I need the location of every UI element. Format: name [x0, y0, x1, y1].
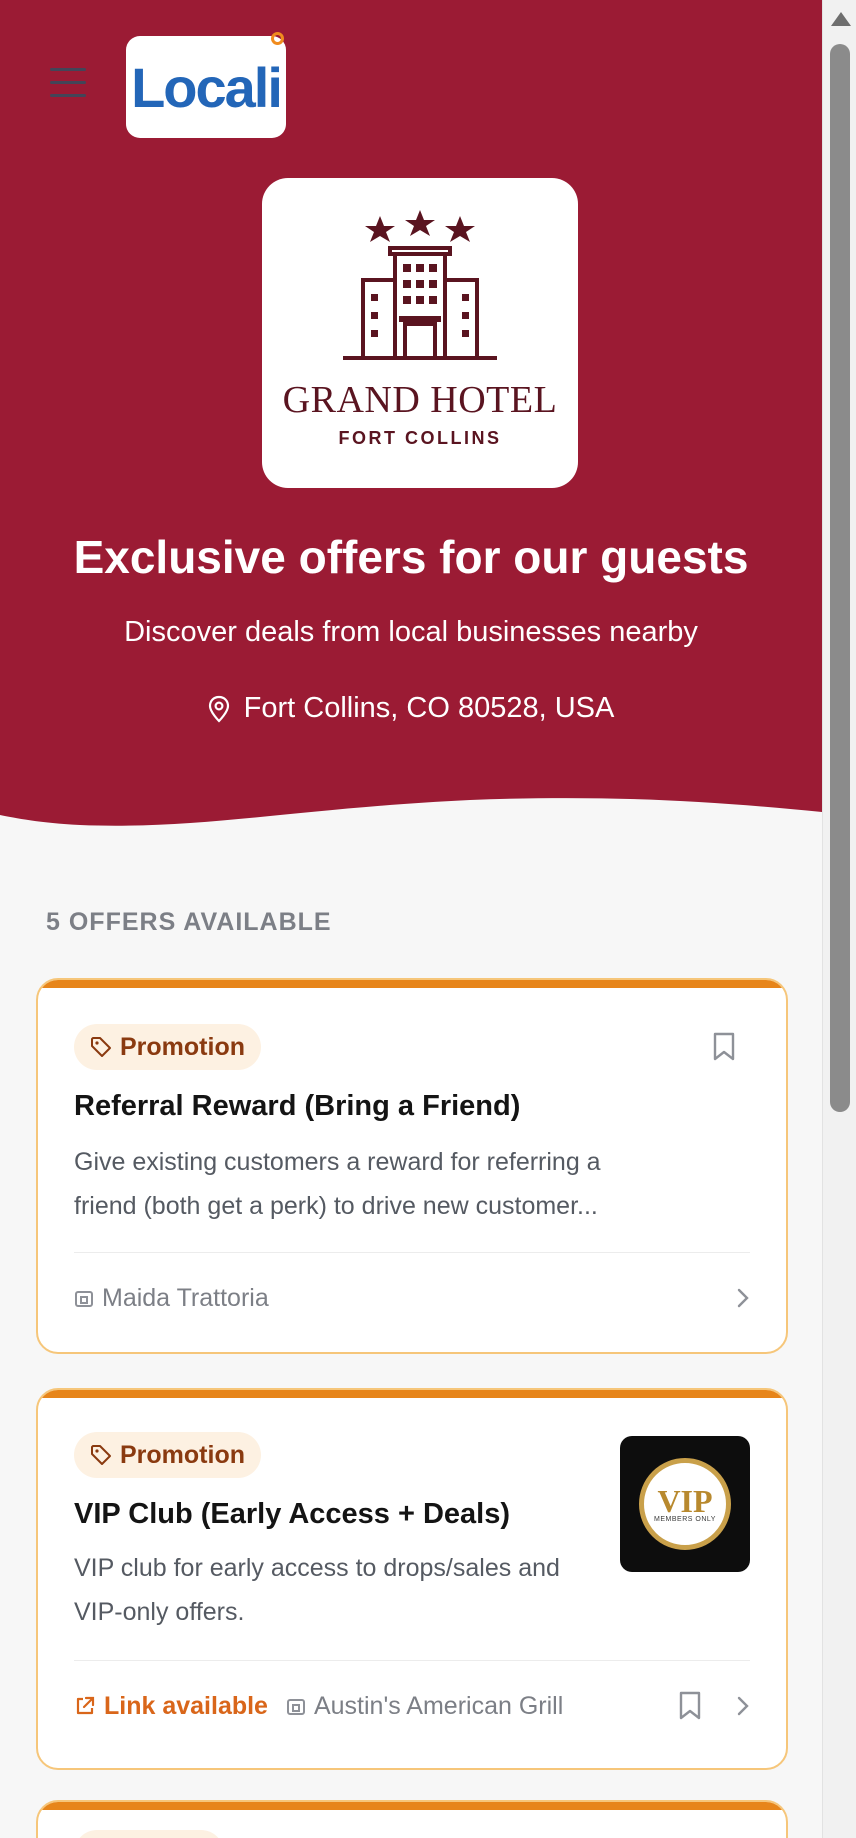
map-pin-icon — [208, 695, 229, 723]
offer-tag-label: Promotion — [120, 1032, 245, 1061]
scrollbar[interactable] — [822, 0, 856, 1838]
hotel-city: FORT COLLINS — [338, 428, 502, 448]
hero-section: Locali GRAND HOTEL FORT COLLINS Exclusiv… — [0, 0, 822, 830]
offer-footer: Link available Austin's American Grill — [74, 1686, 750, 1726]
offer-description: VIP club for early access to drops/sales… — [74, 1554, 560, 1626]
offer-title: VIP Club (Early Access + Deals) — [74, 1498, 511, 1530]
vip-image-text: VIP — [657, 1482, 713, 1519]
merchant[interactable]: Maida Trattoria — [74, 1284, 269, 1313]
brand-logo-text: Locali — [131, 55, 283, 119]
bookmark-icon[interactable] — [712, 1032, 736, 1067]
store-icon — [286, 1699, 305, 1715]
offer-description: Give existing customers a reward for ref… — [74, 1148, 601, 1220]
page: Locali GRAND HOTEL FORT COLLINS Exclusiv… — [0, 0, 822, 1838]
hamburger-menu-icon[interactable] — [50, 68, 88, 106]
offer-tag: Promotion — [74, 1024, 261, 1070]
merchant-name: Maida Trattoria — [102, 1283, 269, 1312]
offer-tag: Promotion — [74, 1432, 261, 1478]
external-link-icon — [76, 1696, 95, 1715]
offer-tag — [74, 1830, 224, 1838]
scroll-thumb[interactable] — [830, 44, 850, 1112]
hero-subtitle: Discover deals from local businesses nea… — [124, 616, 698, 648]
divider — [74, 1660, 750, 1661]
tag-icon — [91, 1037, 111, 1057]
brand-logo-dot — [271, 32, 284, 45]
scroll-up-arrow-icon[interactable] — [831, 12, 851, 26]
store-icon — [75, 1291, 93, 1307]
hotel-logo-card: GRAND HOTEL FORT COLLINS — [262, 178, 578, 488]
offer-actions — [678, 1691, 750, 1721]
offer-actions — [736, 1287, 750, 1309]
merchant[interactable]: Austin's American Grill — [286, 1692, 563, 1721]
hero-location-text: Fort Collins, CO 80528, USA — [243, 692, 615, 724]
chevron-right-icon[interactable] — [736, 1695, 750, 1717]
tag-icon — [91, 1445, 111, 1465]
offer-title: Referral Reward (Bring a Friend) — [74, 1090, 521, 1122]
vip-badge-image: VIP MEMBERS ONLY — [639, 1458, 731, 1550]
offer-card[interactable] — [36, 1800, 788, 1838]
offer-card[interactable]: Promotion Referral Reward (Bring a Frien… — [36, 978, 788, 1354]
bookmark-icon[interactable] — [678, 1691, 702, 1721]
offers-count-label: 5 OFFERS AVAILABLE — [46, 908, 332, 936]
offer-image: VIP MEMBERS ONLY — [620, 1436, 750, 1572]
brand-logo[interactable]: Locali — [126, 32, 286, 138]
hotel-building-icon — [343, 210, 497, 360]
offer-card[interactable]: Promotion VIP MEMBERS ONLY VIP Club (Ear… — [36, 1388, 788, 1770]
link-available[interactable]: Link available — [74, 1692, 268, 1721]
vip-image-subtext: MEMBERS ONLY — [654, 1515, 716, 1523]
divider — [74, 1252, 750, 1253]
offer-tag-label: Promotion — [120, 1440, 245, 1469]
offer-footer: Maida Trattoria — [74, 1278, 750, 1318]
merchant-name: Austin's American Grill — [313, 1691, 564, 1720]
hero-location: Fort Collins, CO 80528, USA — [0, 692, 822, 725]
link-available-label: Link available — [104, 1691, 268, 1720]
chevron-right-icon[interactable] — [736, 1287, 750, 1309]
hero-title: Exclusive offers for our guests — [73, 531, 749, 583]
hotel-name: GRAND HOTEL — [282, 379, 558, 421]
